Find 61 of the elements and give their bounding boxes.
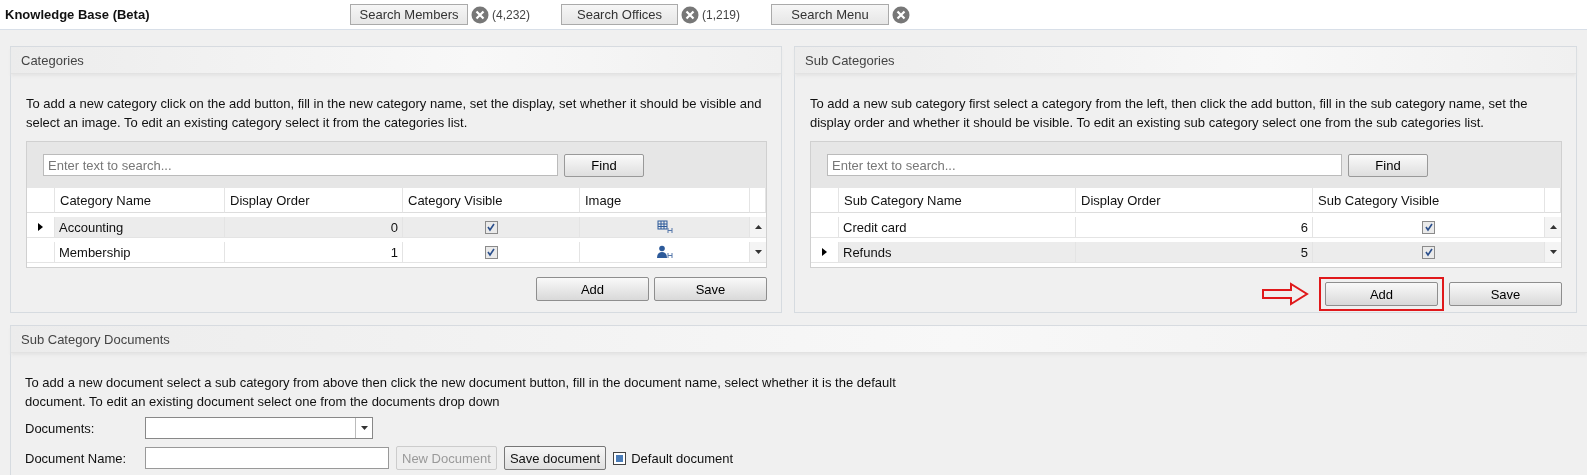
scroll-down-icon[interactable] xyxy=(1549,250,1557,254)
scroll-up-icon[interactable] xyxy=(1549,225,1557,229)
table-cell: 5 xyxy=(1076,242,1313,263)
action-button[interactable]: Save xyxy=(654,277,767,301)
row-pointer-icon xyxy=(38,223,43,231)
checkbox[interactable] xyxy=(1422,220,1435,234)
row-header-cell[interactable] xyxy=(27,242,55,263)
row-header-cell[interactable] xyxy=(27,217,55,238)
column-header: Image xyxy=(585,192,622,208)
field-label: Document Name: xyxy=(25,450,128,466)
panel-title: Categories xyxy=(21,52,84,68)
table-cell[interactable]: Accounting xyxy=(55,217,225,238)
column-header: Category Name xyxy=(60,192,152,208)
clear-icon[interactable] xyxy=(471,5,489,24)
table-cell[interactable]: Credit card xyxy=(839,217,1076,238)
table-cell[interactable]: Membership xyxy=(55,242,225,263)
search-field[interactable]: Enter text to search... xyxy=(827,154,1342,176)
arrow-annotation xyxy=(1261,282,1309,306)
app-title: Knowledge Base (Beta) xyxy=(5,7,151,22)
scroll-down-icon[interactable] xyxy=(754,250,762,254)
column-header: Category Visible xyxy=(408,192,503,208)
scroll-up-icon[interactable] xyxy=(754,225,762,229)
search-button[interactable]: Search Members xyxy=(350,4,468,25)
panel-title: Sub Categories xyxy=(805,52,895,68)
column-header: Display Order xyxy=(1081,192,1161,208)
row-header-cell[interactable] xyxy=(811,217,839,238)
search-field[interactable]: Enter text to search... xyxy=(43,154,558,176)
find-button[interactable]: Find xyxy=(1348,153,1428,177)
panel-title: Sub Category Documents xyxy=(21,331,170,347)
checkbox-label: Default document xyxy=(631,450,734,466)
table-cell: 0 xyxy=(225,217,403,238)
result-count: (4,232) xyxy=(492,7,531,22)
save-document-button[interactable]: Save document xyxy=(503,446,607,470)
column-header: Display Order xyxy=(230,192,310,208)
action-button[interactable]: Save xyxy=(1449,282,1562,306)
checkbox[interactable] xyxy=(484,245,498,259)
table-cell[interactable]: Refunds xyxy=(839,242,1076,263)
document-name-field[interactable] xyxy=(145,447,389,469)
search-button[interactable]: Search Menu xyxy=(771,4,889,25)
dropdown-caret-icon xyxy=(360,426,368,430)
description-text: To add a new category click on the add button, fill in the new category name, set the display, set whether it should be visible and select an image. To edit an existing category select it from the categories list. xyxy=(26,95,763,132)
add-button[interactable]: Add xyxy=(1325,282,1438,306)
documents-dropdown[interactable] xyxy=(145,417,373,439)
checkbox[interactable] xyxy=(1422,245,1435,259)
table-cell: 1 xyxy=(225,242,403,263)
clear-icon[interactable] xyxy=(892,5,910,24)
column-header: Sub Category Visible xyxy=(1318,192,1440,208)
row-header-cell[interactable] xyxy=(811,242,839,263)
find-button[interactable]: Find xyxy=(564,153,644,177)
table-cell: 6 xyxy=(1076,217,1313,238)
field-label: Documents: xyxy=(25,420,96,436)
clear-icon[interactable] xyxy=(681,5,699,24)
row-pointer-icon xyxy=(822,248,827,256)
checkbox[interactable] xyxy=(484,220,498,234)
action-button[interactable]: Add xyxy=(536,277,649,301)
result-count: (1,219) xyxy=(702,7,741,22)
column-header: Sub Category Name xyxy=(844,192,962,208)
description-text: To add a new sub category first select a category from the left, then click the add button, fill in the sub category name, set the display order and whether it should be visible. To edit an existing sub category select one from the sub categories list. xyxy=(810,95,1529,132)
search-button[interactable]: Search Offices xyxy=(561,4,678,25)
checkbox[interactable] xyxy=(613,451,627,465)
description-text: To add a new document select a sub category from above then click the new document button, fill in the document name, select whether it is the default document. To edit an existing document select one from the documents drop down xyxy=(25,374,897,411)
